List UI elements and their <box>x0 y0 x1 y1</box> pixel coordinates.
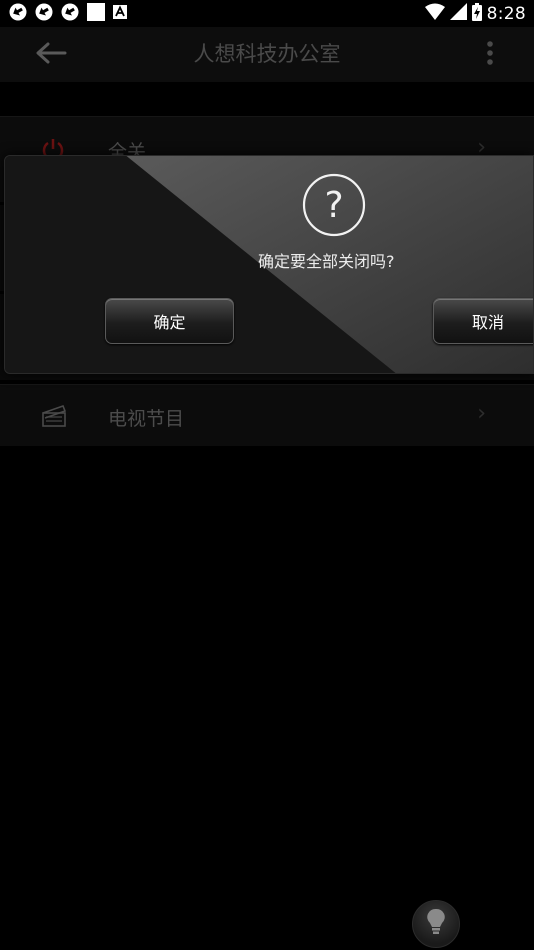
app-bar: 人想科技办公室 <box>0 27 534 82</box>
clapperboard-icon <box>42 404 67 431</box>
cancel-button[interactable]: 取消 <box>433 298 533 344</box>
confirm-dialog: ? 确定要全部关闭吗? 确定 取消 <box>4 155 534 374</box>
sync-icon <box>34 2 54 26</box>
more-vert-icon <box>486 40 494 70</box>
wifi-icon <box>424 3 445 24</box>
system-icons: 8:28 <box>424 2 526 25</box>
cell-signal-icon <box>449 3 467 24</box>
lightbulb-icon <box>426 908 446 940</box>
lightbulb-button[interactable] <box>412 900 460 948</box>
square-notification-icon <box>86 2 106 26</box>
notification-icons <box>8 2 128 26</box>
overflow-menu-button[interactable] <box>476 39 504 71</box>
svg-text:?: ? <box>324 185 343 226</box>
arrow-left-icon <box>35 42 67 68</box>
a-notification-icon <box>112 4 128 24</box>
page-title: 人想科技办公室 <box>193 42 341 66</box>
list-item-label: 电视节目 <box>108 408 185 430</box>
status-time: 8:28 <box>486 3 526 24</box>
battery-icon <box>471 2 482 25</box>
status-bar: 8:28 <box>0 0 534 27</box>
list-item-tv-program[interactable]: 电视节目 › <box>0 384 534 446</box>
back-button[interactable] <box>28 37 74 73</box>
confirm-button[interactable]: 确定 <box>105 298 234 344</box>
sync-icon <box>60 2 80 26</box>
question-icon: ? <box>302 173 366 237</box>
chevron-right-icon: › <box>477 401 486 426</box>
sync-icon <box>8 2 28 26</box>
dialog-message: 确定要全部关闭吗? <box>258 252 395 271</box>
